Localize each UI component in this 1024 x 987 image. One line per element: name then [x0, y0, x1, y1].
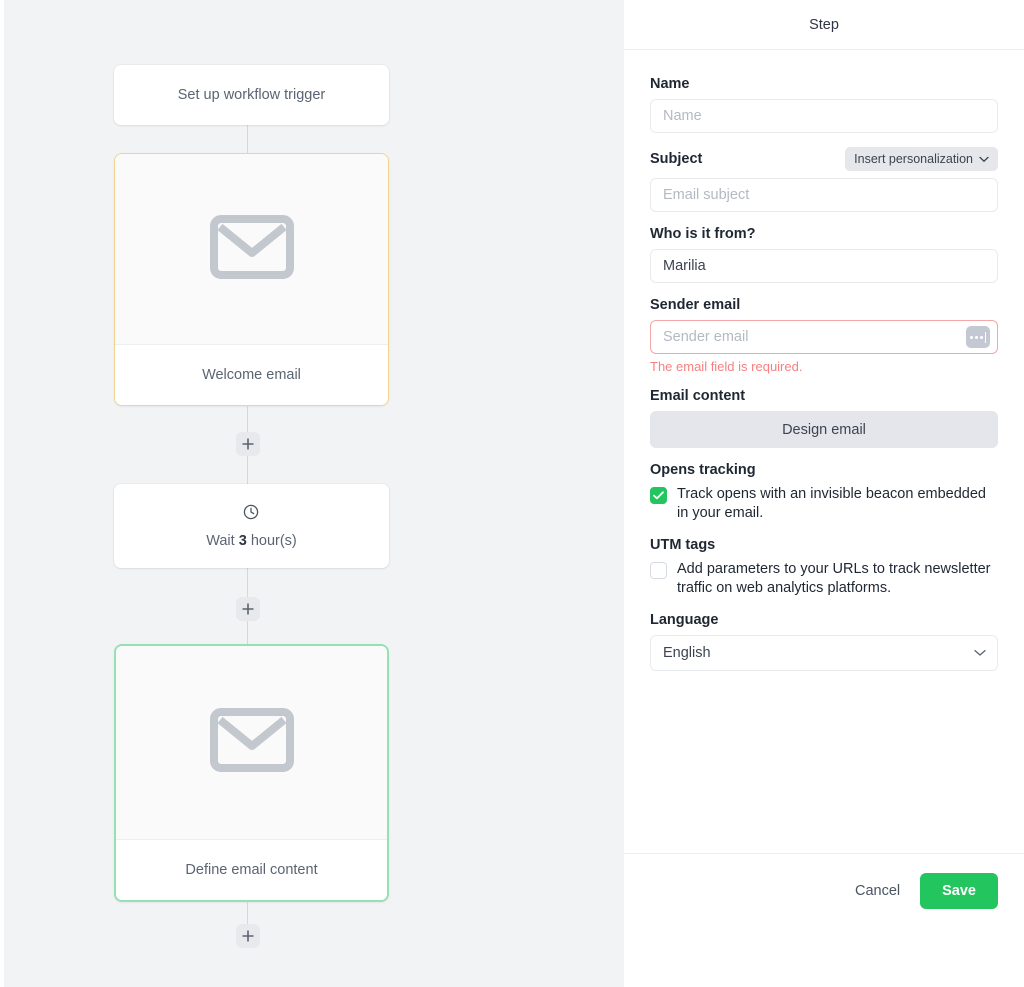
- workflow-node-trigger-label: Set up workflow trigger: [177, 87, 326, 103]
- field-utm-tags: UTM tags Add parameters to your URLs to …: [650, 537, 998, 598]
- field-language: Language English: [650, 612, 998, 671]
- ellipsis-dots: [969, 335, 983, 339]
- plus-icon: [241, 929, 255, 943]
- sender-email-error: The email field is required.: [650, 359, 803, 374]
- chevron-down-icon: [979, 152, 989, 166]
- field-sender-email: Sender email The email field is required…: [650, 297, 998, 374]
- opens-tracking-checkbox-label: Track opens with an invisible beacon emb…: [677, 486, 986, 521]
- panel-body: Name Subject Insert personalization: [624, 50, 1024, 853]
- clock-icon: [243, 504, 259, 524]
- panel-footer: Cancel Save: [624, 853, 1024, 927]
- field-email-content-label: Email content: [650, 388, 746, 404]
- language-select-wrap: English: [650, 635, 998, 671]
- name-input[interactable]: [650, 99, 998, 133]
- field-name: Name: [650, 76, 998, 133]
- wait-value: 3: [238, 532, 247, 549]
- cancel-button[interactable]: Cancel: [849, 875, 906, 907]
- ellipsis-input-icon[interactable]: [966, 326, 990, 348]
- email-preview-area: [115, 154, 388, 345]
- utm-tags-row[interactable]: Add parameters to your URLs to track new…: [650, 560, 998, 598]
- field-email-content: Email content Design email: [650, 388, 998, 448]
- email-preview-area: [116, 646, 387, 840]
- insert-personalization-label: Insert personalization: [854, 152, 973, 166]
- workflow-node-welcome-email-label: Welcome email: [202, 367, 301, 383]
- workflow-node-trigger[interactable]: Set up workflow trigger: [114, 65, 389, 125]
- utm-tags-checkbox[interactable]: [650, 562, 667, 579]
- envelope-icon: [209, 214, 294, 284]
- check-icon: [653, 491, 664, 500]
- add-step-button-after-define-email-content[interactable]: [236, 924, 260, 948]
- field-who-is-it-from-label: Who is it from?: [650, 226, 756, 242]
- subject-input[interactable]: [650, 178, 998, 212]
- connector-trigger-to-welcome: [247, 125, 248, 153]
- sender-email-input-group: [650, 320, 998, 354]
- wait-suffix: hour(s): [246, 532, 297, 549]
- add-step-button-after-wait[interactable]: [236, 597, 260, 621]
- design-email-button[interactable]: Design email: [650, 411, 998, 448]
- panel-header: Step: [624, 0, 1024, 50]
- workflow-node-define-email-content-label: Define email content: [185, 862, 318, 878]
- language-select-value: English: [663, 645, 711, 661]
- workflow-step-editor: Set up workflow trigger Welcome email Wa…: [0, 0, 1024, 987]
- workflow-node-wait-label: Wait 3 hour(s): [206, 533, 297, 549]
- field-language-label: Language: [650, 612, 719, 628]
- field-utm-tags-label: UTM tags: [650, 537, 716, 553]
- field-subject-label: Subject: [650, 151, 703, 167]
- field-opens-tracking-label: Opens tracking: [650, 462, 756, 478]
- opens-tracking-row[interactable]: Track opens with an invisible beacon emb…: [650, 485, 998, 523]
- workflow-node-define-email-content[interactable]: Define email content: [114, 644, 389, 902]
- text-caret-mark: [984, 331, 987, 343]
- opens-tracking-checkbox[interactable]: [650, 487, 667, 504]
- language-select[interactable]: English: [650, 635, 998, 671]
- envelope-icon: [209, 708, 294, 777]
- field-name-label: Name: [650, 76, 690, 92]
- workflow-node-define-email-content-label-bar: Define email content: [116, 840, 387, 900]
- page-title: Step: [809, 16, 839, 33]
- save-button[interactable]: Save: [920, 872, 998, 909]
- plus-icon: [241, 437, 255, 451]
- workflow-node-welcome-email[interactable]: Welcome email: [114, 153, 389, 406]
- field-subject-label-row: Subject Insert personalization: [650, 147, 998, 171]
- step-settings-panel: Step Name Subject Insert personalization: [624, 0, 1024, 987]
- add-step-button-after-welcome-email[interactable]: [236, 432, 260, 456]
- utm-tags-checkbox-label: Add parameters to your URLs to track new…: [677, 561, 991, 596]
- sender-email-input[interactable]: [650, 320, 998, 354]
- wait-prefix: Wait: [206, 532, 239, 549]
- field-subject: Subject Insert personalization: [650, 147, 998, 212]
- who-is-it-from-input[interactable]: [650, 249, 998, 283]
- workflow-canvas[interactable]: Set up workflow trigger Welcome email Wa…: [0, 0, 624, 987]
- workflow-node-welcome-email-label-bar: Welcome email: [115, 345, 388, 405]
- field-sender-email-label: Sender email: [650, 297, 741, 313]
- plus-icon: [241, 602, 255, 616]
- field-opens-tracking: Opens tracking Track opens with an invis…: [650, 462, 998, 523]
- insert-personalization-button[interactable]: Insert personalization: [845, 147, 998, 171]
- field-who-is-it-from: Who is it from?: [650, 226, 998, 283]
- workflow-node-wait[interactable]: Wait 3 hour(s): [114, 484, 389, 568]
